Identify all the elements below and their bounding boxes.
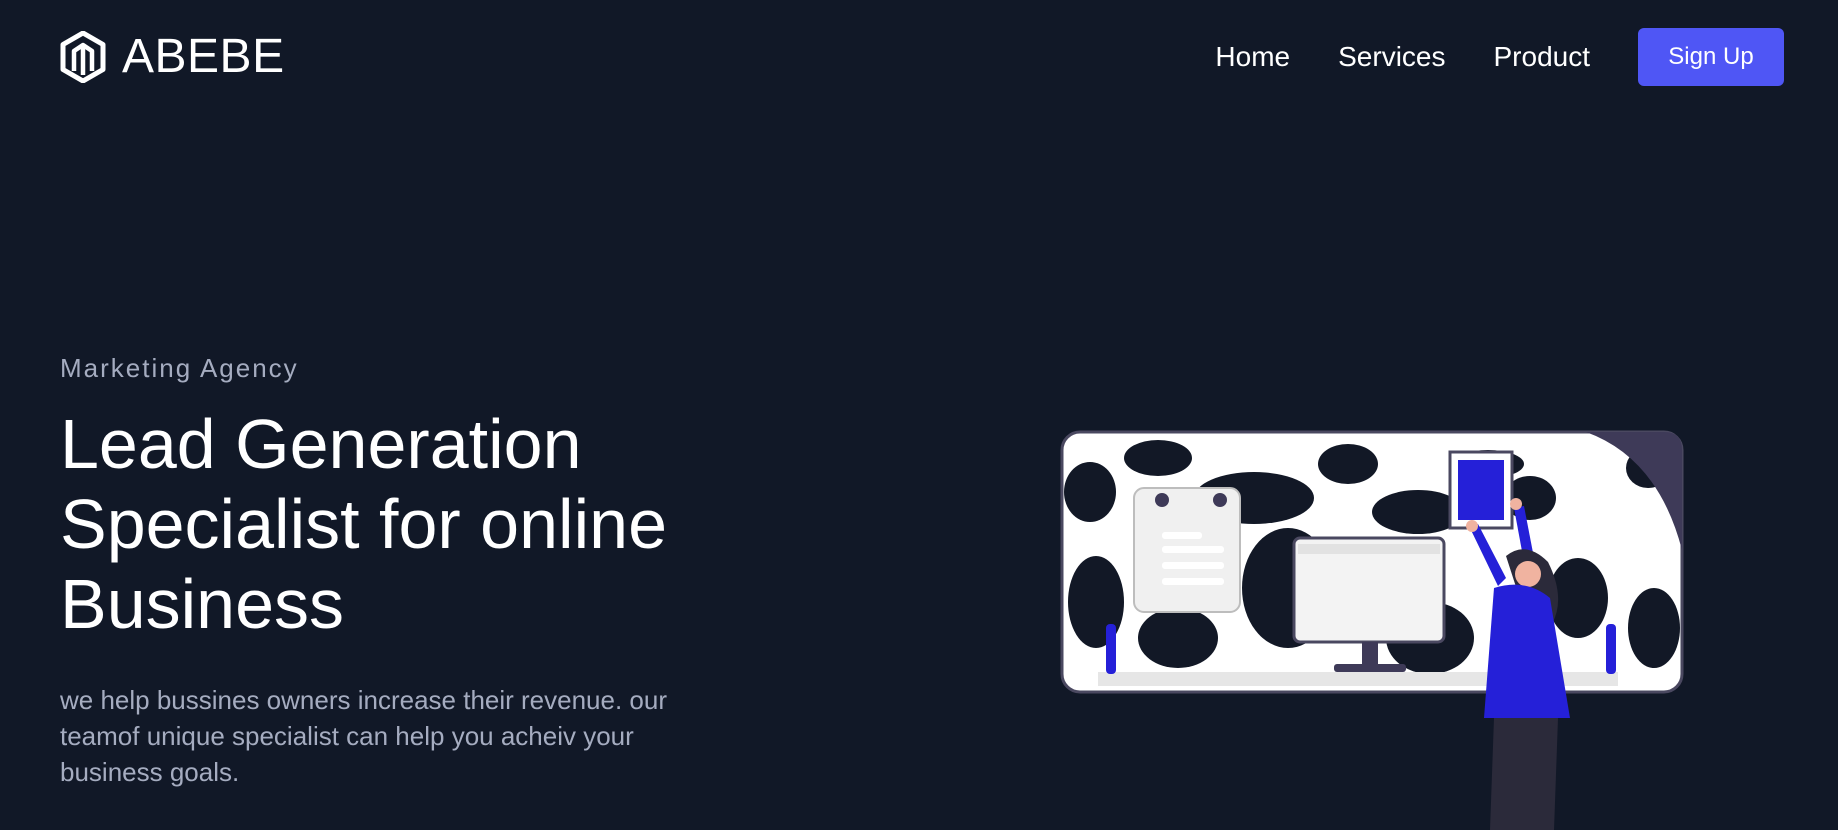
nav-link-home[interactable]: Home — [1215, 41, 1290, 73]
nav-link-product[interactable]: Product — [1494, 41, 1591, 73]
site-header: ABEBE Home Services Product Sign Up — [0, 0, 1838, 114]
hero-headline: Lead Generation Specialist for online Bu… — [60, 405, 667, 643]
picture-frame-shape — [1448, 450, 1514, 530]
hexagon-logo-icon — [60, 31, 106, 83]
hero-subtext: we help bussines owners increase their r… — [60, 685, 668, 787]
hero-text: Marketing Agency Lead Generation Special… — [60, 350, 760, 790]
brand-name: ABEBE — [122, 30, 285, 83]
sign-up-button[interactable]: Sign Up — [1638, 28, 1784, 86]
brand[interactable]: ABEBE — [60, 30, 285, 84]
landing-page: ABEBE Home Services Product Sign Up Mark… — [0, 0, 1838, 830]
nav-link-services[interactable]: Services — [1338, 41, 1445, 73]
clipboard-shape — [1133, 487, 1241, 613]
main-nav: Home Services Product Sign Up — [1215, 28, 1784, 86]
hero-illustration — [1058, 428, 1698, 830]
hero-eyebrow: Marketing Agency — [60, 353, 299, 383]
